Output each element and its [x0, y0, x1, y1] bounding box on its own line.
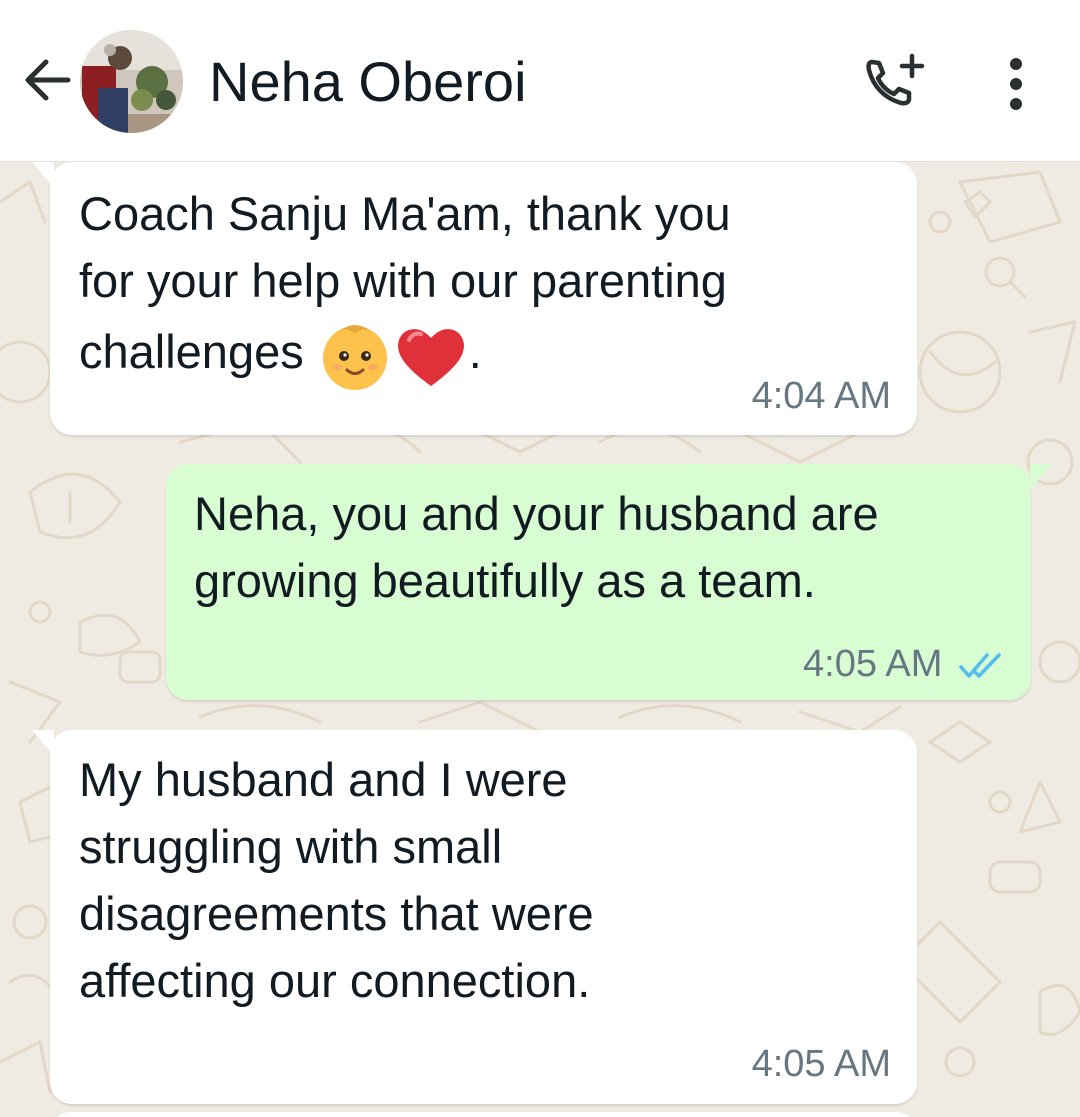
chat-header: Neha Oberoi	[0, 0, 1080, 162]
message-line: for your help with our parenting	[79, 254, 727, 307]
double-check-icon	[959, 653, 1001, 678]
message-text: Coach Sanju Ma'am, thank you for your he…	[79, 180, 899, 390]
message-list[interactable]: Coach Sanju Ma'am, thank you for your he…	[0, 162, 1080, 1117]
message-timestamp: 4:04 AM	[751, 375, 891, 417]
message-line: growing beautifully as a team.	[194, 554, 816, 607]
more-vertical-icon	[1010, 58, 1022, 110]
bubble-tail	[1030, 464, 1052, 490]
more-options-button[interactable]	[996, 52, 1036, 116]
message-bubble-incoming[interactable]: Coach Sanju Ma'am, thank you for your he…	[50, 162, 917, 435]
add-call-button[interactable]	[860, 50, 932, 114]
bubble-tail	[32, 730, 54, 756]
message-line: Coach Sanju Ma'am, thank you	[79, 187, 731, 240]
message-bubble-incoming-partial[interactable]	[50, 1112, 917, 1117]
message-line: disagreements that were	[79, 887, 594, 940]
avatar-photo	[80, 30, 183, 133]
back-button[interactable]	[22, 52, 74, 108]
message-bubble-incoming[interactable]: My husband and I were struggling with sm…	[50, 730, 917, 1104]
arrow-left-icon	[25, 59, 71, 101]
message-timestamp: 4:05 AM	[803, 642, 1005, 686]
message-text: Neha, you and your husband are growing b…	[194, 480, 1014, 614]
contact-name[interactable]: Neha Oberoi	[209, 46, 527, 118]
red-heart-emoji	[397, 328, 464, 386]
add-call-icon	[866, 53, 925, 106]
message-bubble-outgoing[interactable]: Neha, you and your husband are growing b…	[166, 464, 1031, 700]
message-time-text: 4:05 AM	[803, 643, 943, 685]
message-line: My husband and I were	[79, 753, 568, 806]
message-line: affecting our connection.	[79, 954, 591, 1007]
message-line: Neha, you and your husband are	[194, 487, 879, 540]
message-line: struggling with small	[79, 820, 503, 873]
message-timestamp: 4:05 AM	[751, 1043, 891, 1085]
bubble-tail	[32, 162, 54, 188]
message-line-text: challenges	[79, 325, 317, 378]
message-text: My husband and I were struggling with sm…	[79, 746, 899, 1014]
baby-face-emoji	[322, 324, 387, 390]
contact-avatar[interactable]	[80, 30, 183, 133]
message-line-suffix: .	[468, 325, 482, 378]
